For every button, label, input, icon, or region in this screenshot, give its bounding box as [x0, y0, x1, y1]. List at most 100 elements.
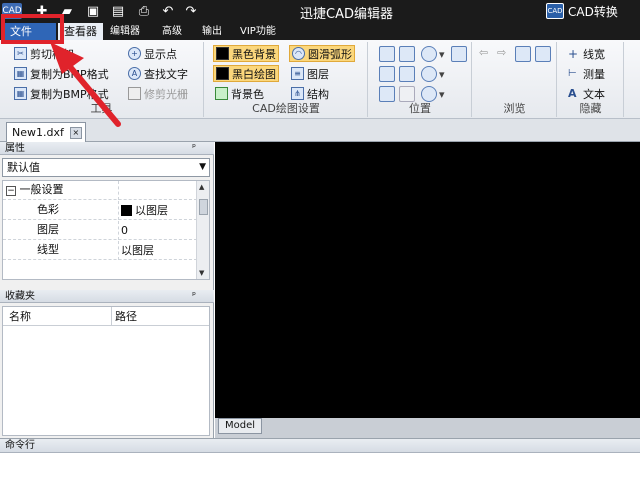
- smooth-arc-button[interactable]: ◠ 圆滑弧形: [289, 45, 355, 62]
- back-arrow-icon[interactable]: ⇦: [479, 46, 488, 59]
- favorites-title: 收藏夹: [5, 291, 35, 302]
- zoom-out-icon[interactable]: [421, 66, 437, 82]
- tab-output[interactable]: 输出: [196, 23, 228, 40]
- cad-editor-window: CAD ✚ ▰ ▣ ▤ ⎙ ↶ ↷ 迅捷CAD编辑器 CAD CAD转换 文件 …: [0, 0, 640, 482]
- clip-frame-button[interactable]: ✂ 剪切框架: [12, 45, 76, 62]
- open-folder-icon[interactable]: ▰: [59, 2, 75, 20]
- save-as-icon[interactable]: ▤: [110, 2, 126, 20]
- ribbon-group-position: ▾ ▾ ▾ 位置: [369, 42, 472, 117]
- undo-icon[interactable]: ↶: [160, 2, 176, 20]
- print-icon[interactable]: ⎙: [136, 2, 152, 20]
- property-key: 色彩: [3, 201, 119, 220]
- scroll-up-icon[interactable]: ▲: [199, 183, 204, 191]
- new-file-icon[interactable]: ✚: [34, 2, 50, 20]
- property-value: 以图层: [121, 243, 154, 257]
- close-icon[interactable]: ×: [69, 126, 82, 139]
- ribbon-group-cad-settings: 黑色背景 黑白绘图 背景色 ◠ 圆滑弧形 ≡ 图层 ⋔ 结构 CAD绘图设置: [205, 42, 368, 117]
- cad-convert-label: CAD转换: [568, 4, 618, 19]
- properties-dropdown[interactable]: 默认值 ▼: [2, 158, 210, 177]
- tab-editor[interactable]: 编辑器: [104, 23, 146, 40]
- property-row-color[interactable]: 色彩 以图层: [3, 201, 197, 220]
- property-row-layer[interactable]: 图层 0: [3, 221, 197, 240]
- app-icon[interactable]: CAD: [2, 3, 22, 19]
- chevron-down-icon: ▼: [199, 162, 206, 172]
- document-tab-label: New1.dxf: [12, 126, 64, 139]
- cad-convert-button[interactable]: CAD CAD转换: [546, 2, 618, 20]
- tab-viewer[interactable]: 查看器: [58, 23, 103, 40]
- background-color-icon: [215, 87, 228, 100]
- measure-button[interactable]: ⊢ 测量: [566, 65, 607, 82]
- property-key: 线型: [3, 241, 119, 260]
- extents-icon[interactable]: [399, 66, 415, 82]
- copy-bmp-button[interactable]: ▦ 复制为BMP格式: [12, 65, 111, 82]
- line-width-button[interactable]: + 线宽: [566, 45, 607, 62]
- command-panel: 命令行: [0, 438, 640, 482]
- model-tab[interactable]: Model: [218, 418, 262, 434]
- tab-advanced[interactable]: 高级: [156, 23, 188, 40]
- bw-drawing-icon: [216, 67, 229, 80]
- ribbon-group-cad-settings-label: CAD绘图设置: [252, 102, 320, 115]
- file-menu-tab[interactable]: 文件: [4, 23, 56, 40]
- properties-scrollbar[interactable]: ▲ ▼: [196, 181, 209, 279]
- forward-arrow-icon[interactable]: ⇨: [497, 46, 506, 59]
- pin-icon[interactable]: ᵖ: [192, 290, 196, 303]
- command-line-header: 命令行: [0, 439, 640, 453]
- ribbon-tab-bar: 文件 查看器 编辑器 高级 输出 VIP功能: [0, 22, 640, 40]
- save-icon[interactable]: ▣: [85, 2, 101, 20]
- property-value: 以图层: [121, 201, 168, 220]
- scroll-down-icon[interactable]: ▼: [199, 269, 204, 277]
- find-text-label: 查找文字: [144, 67, 188, 81]
- line-width-icon: +: [568, 46, 579, 61]
- redo-icon[interactable]: ↷: [183, 2, 199, 20]
- layers-button[interactable]: ≡ 图层: [289, 65, 331, 82]
- black-background-button[interactable]: 黑色背景: [213, 45, 279, 62]
- zoom-rect-icon[interactable]: [399, 46, 415, 62]
- title-bar: CAD ✚ ▰ ▣ ▤ ⎙ ↶ ↷ 迅捷CAD编辑器 CAD CAD转换: [0, 0, 640, 22]
- black-background-icon: [216, 47, 229, 60]
- ribbon-overflow[interactable]: [625, 42, 640, 117]
- pan-hand-icon[interactable]: [451, 46, 467, 62]
- property-value-text: 以图层: [135, 203, 168, 217]
- zoom-in-icon[interactable]: [421, 46, 437, 62]
- zoom-window-icon[interactable]: [379, 46, 395, 62]
- favorites-list: 名称 路径: [2, 306, 210, 436]
- drawing-canvas[interactable]: Model: [215, 142, 640, 438]
- favorites-header: 收藏夹 ᵖ: [0, 290, 214, 303]
- text-icon: A: [568, 87, 577, 100]
- color-swatch-icon: [121, 205, 132, 216]
- open-drawing-icon[interactable]: [515, 46, 531, 62]
- copy-bmp-icon-2: ▦: [14, 87, 27, 100]
- left-panel: 属性 ᵖ 默认值 ▼ − 一般设置 色彩 以图层 图层 0 线型 以图层 ▲ ▼…: [0, 142, 214, 438]
- clip-frame-icon: ✂: [14, 47, 27, 60]
- bw-drawing-button[interactable]: 黑白绘图: [213, 65, 279, 82]
- collapse-icon[interactable]: −: [6, 186, 16, 196]
- favorites-column-header: 名称 路径: [3, 307, 209, 326]
- scroll-thumb[interactable]: [199, 199, 208, 215]
- layers-label: 图层: [307, 67, 329, 81]
- window-title: 迅捷CAD编辑器: [300, 7, 393, 22]
- column-name[interactable]: 名称: [9, 307, 31, 326]
- layers-icon: ≡: [291, 67, 304, 80]
- document-tab-bar: New1.dxf ×: [0, 119, 640, 142]
- ribbon-group-hide: + 线宽 ⊢ 测量 A 文本 隐藏: [558, 42, 624, 117]
- zoom-in-dropdown-icon[interactable]: ▾: [439, 48, 445, 61]
- column-path[interactable]: 路径: [111, 307, 137, 326]
- property-section-row[interactable]: − 一般设置: [3, 181, 197, 200]
- clip-frame-label: 剪切框架: [30, 47, 74, 61]
- browse-folder-icon[interactable]: [535, 46, 551, 62]
- fit-icon[interactable]: [379, 66, 395, 82]
- trim-raster-icon: [128, 87, 141, 100]
- tab-vip[interactable]: VIP功能: [234, 23, 282, 40]
- find-text-button[interactable]: A 查找文字: [126, 65, 190, 82]
- property-row-linetype[interactable]: 线型 以图层: [3, 241, 197, 260]
- copy-bmp-icon: ▦: [14, 67, 27, 80]
- show-points-button[interactable]: + 显示点: [126, 45, 179, 62]
- cad-convert-icon: CAD: [546, 3, 564, 19]
- section-title: 一般设置: [19, 183, 64, 196]
- zoom-out-dropdown-icon[interactable]: ▾: [439, 68, 445, 81]
- ribbon-group-position-label: 位置: [409, 102, 431, 115]
- pin-icon[interactable]: ᵖ: [192, 142, 196, 155]
- show-points-label: 显示点: [144, 47, 177, 61]
- ribbon-group-browse: ⇦ ⇨ 浏览: [473, 42, 557, 117]
- document-tab[interactable]: New1.dxf ×: [6, 122, 86, 142]
